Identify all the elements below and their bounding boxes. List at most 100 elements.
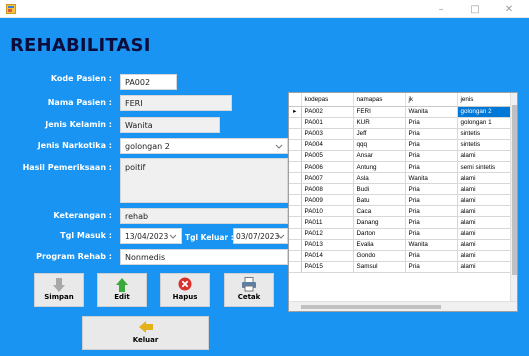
row-header-cell[interactable] [289,228,302,240]
table-cell[interactable]: semi sintetis [457,161,512,174]
column-header[interactable]: jk [405,93,458,107]
table-cell[interactable]: PA011 [301,216,354,229]
table-cell[interactable]: qqq [353,139,406,151]
row-header-cell[interactable] [289,150,302,162]
table-cell[interactable]: Pria [405,128,458,140]
table-cell[interactable]: Caca [353,205,406,218]
table-cell[interactable]: Wanita [405,106,458,118]
row-header-cell[interactable] [289,117,302,129]
keterangan-input[interactable]: rehab [120,208,288,224]
table-cell[interactable]: alami [457,239,512,251]
horizontal-scrollbar[interactable] [289,301,517,311]
table-cell[interactable]: Darton [353,228,406,240]
table-cell[interactable]: Wanita [405,172,458,185]
table-row[interactable]: PA007 Asla Wanita alami [289,172,512,185]
tgl-keluar-picker[interactable]: 03/07/2023 [233,228,288,244]
table-row[interactable]: PA009 Batu Pria alami [289,194,512,207]
jenis-kelamin-input[interactable]: Wanita [120,117,220,133]
maximize-button[interactable]: □ [458,0,492,18]
edit-button[interactable]: Edit [97,273,147,307]
row-header-cell[interactable] [289,128,302,140]
table-cell[interactable]: Asla [353,172,406,185]
table-cell[interactable]: alami [457,172,512,185]
table-cell[interactable]: PA003 [301,128,354,140]
table-cell[interactable]: alami [457,183,512,196]
cetak-button[interactable]: Cetak [224,273,274,307]
row-header-cell[interactable] [289,161,302,174]
vertical-scroll-thumb[interactable] [512,105,517,275]
table-cell[interactable]: Ansar [353,150,406,162]
table-cell[interactable]: golongan 2 [457,106,512,118]
table-cell[interactable]: golongan 1 [457,117,512,129]
table-row[interactable]: PA005 Ansar Pria alami [289,150,512,162]
row-header-cell[interactable] [289,172,302,185]
table-cell[interactable]: Pria [405,261,458,273]
table-cell[interactable]: PA007 [301,172,354,185]
table-cell[interactable]: Pria [405,194,458,207]
pasien-data-grid[interactable]: kodepas namapas jk jenis ▸ PA002 FERI Wanit… [288,92,518,312]
table-row[interactable]: PA003 Jeff Pria sintetis [289,128,512,140]
table-row[interactable]: PA014 Gondo Pria alami [289,250,512,262]
table-cell[interactable]: Antung [353,161,406,174]
horizontal-scroll-thumb[interactable] [301,305,441,309]
table-cell[interactable]: alami [457,205,512,218]
table-cell[interactable]: PA008 [301,183,354,196]
row-header-cell[interactable]: ▸ [289,106,302,118]
hasil-pemeriksaan-input[interactable]: poitif [120,158,288,203]
table-cell[interactable]: FERI [353,106,406,118]
jenis-narkotika-select[interactable]: golongan 2 [120,138,288,154]
table-cell[interactable]: PA012 [301,228,354,240]
table-row[interactable]: PA008 Budi Pria alami [289,183,512,196]
column-header[interactable]: jenis [457,93,512,107]
table-cell[interactable]: Pria [405,228,458,240]
table-cell[interactable]: Danang [353,216,406,229]
table-cell[interactable]: alami [457,261,512,273]
table-cell[interactable]: Batu [353,194,406,207]
table-cell[interactable]: Pria [405,216,458,229]
table-cell[interactable]: Gondo [353,250,406,262]
row-header-cell[interactable] [289,139,302,151]
table-cell[interactable]: Pria [405,150,458,162]
keluar-button[interactable]: Keluar [82,316,209,350]
table-cell[interactable]: Pria [405,161,458,174]
table-cell[interactable]: Samsul [353,261,406,273]
column-header[interactable]: namapas [353,93,406,107]
simpan-button[interactable]: Simpan [34,273,84,307]
table-cell[interactable]: PA015 [301,261,354,273]
table-cell[interactable]: Pria [405,205,458,218]
table-cell[interactable]: PA006 [301,161,354,174]
row-header-cell[interactable] [289,205,302,218]
table-cell[interactable]: alami [457,150,512,162]
kode-pasien-input[interactable]: PA002 [120,74,177,90]
row-header-cell[interactable] [289,261,302,273]
table-cell[interactable]: Evalia [353,239,406,251]
table-cell[interactable]: Wanita [405,239,458,251]
column-header[interactable]: kodepas [301,93,354,107]
row-header-cell[interactable] [289,239,302,251]
table-cell[interactable]: PA004 [301,139,354,151]
table-row[interactable]: PA004 qqq Pria sintetis [289,139,512,151]
vertical-scrollbar[interactable] [510,93,517,303]
table-cell[interactable]: alami [457,216,512,229]
row-header-cell[interactable] [289,216,302,229]
table-cell[interactable]: Pria [405,250,458,262]
table-cell[interactable]: PA010 [301,205,354,218]
table-cell[interactable]: Pria [405,117,458,129]
table-row[interactable]: PA012 Darton Pria alami [289,228,512,240]
table-row[interactable]: PA006 Antung Pria semi sintetis [289,161,512,174]
table-row[interactable]: PA015 Samsul Pria alami [289,261,512,273]
table-cell[interactable]: alami [457,194,512,207]
close-button[interactable]: ✕ [492,0,526,18]
table-cell[interactable]: alami [457,250,512,262]
table-cell[interactable]: PA009 [301,194,354,207]
table-cell[interactable]: Budi [353,183,406,196]
minimize-button[interactable]: – [424,0,458,18]
table-cell[interactable]: Pria [405,139,458,151]
tgl-masuk-picker[interactable]: 13/04/2023 [120,228,182,244]
row-header-cell[interactable] [289,183,302,196]
table-cell[interactable]: PA002 [301,106,354,118]
nama-pasien-input[interactable]: FERI [120,95,232,111]
table-cell[interactable]: sintetis [457,139,512,151]
table-cell[interactable]: alami [457,228,512,240]
row-header-cell[interactable] [289,194,302,207]
